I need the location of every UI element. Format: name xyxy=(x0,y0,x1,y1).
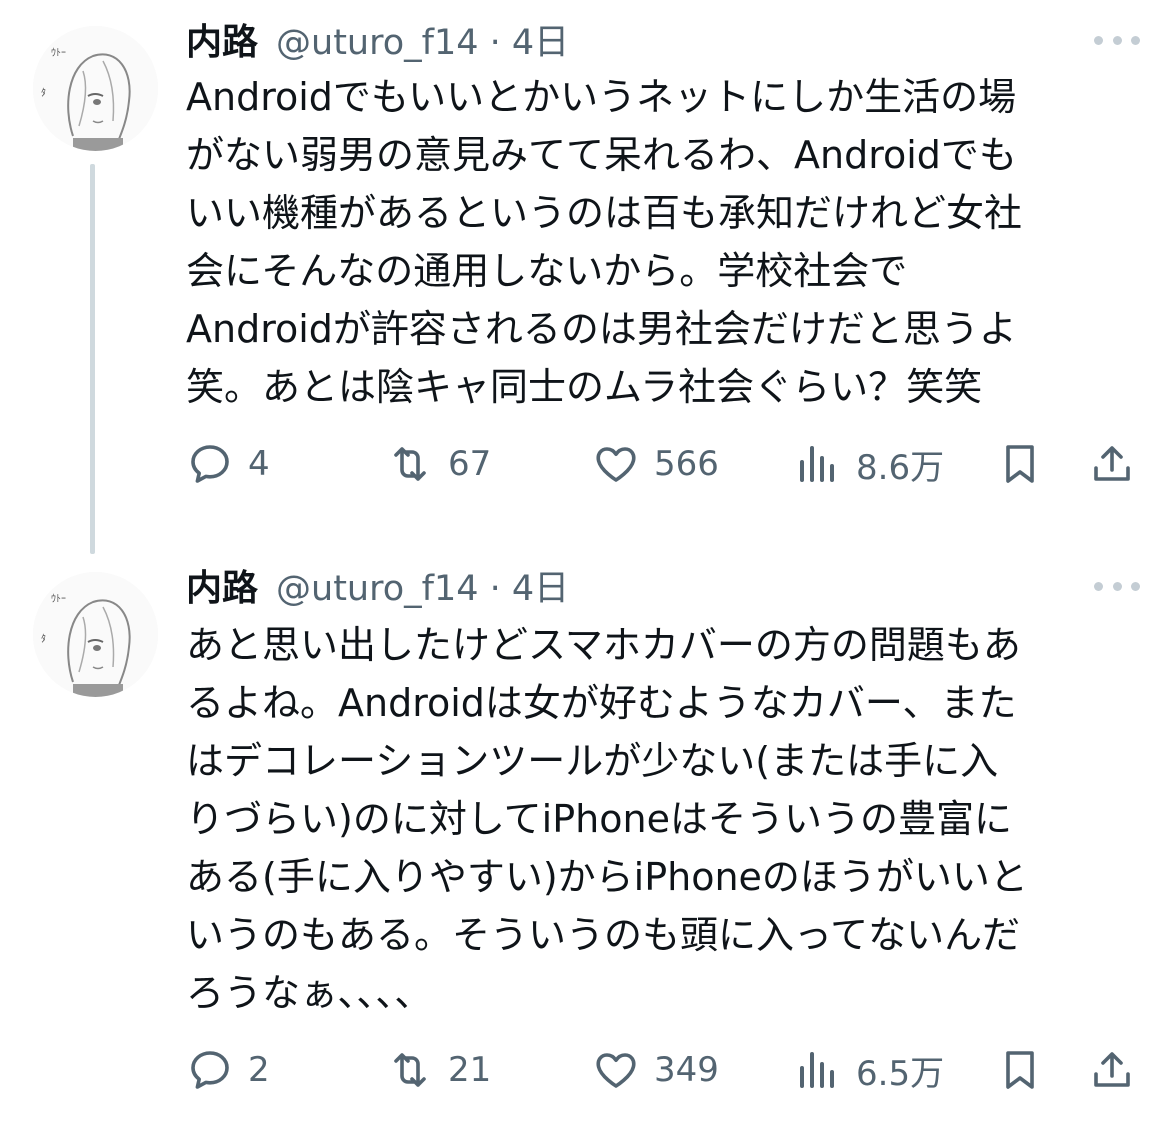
retweet-icon xyxy=(394,447,426,481)
thread-connector-line xyxy=(90,164,95,554)
retweet-count: 21 xyxy=(448,1050,492,1090)
share-icon xyxy=(1094,1052,1130,1087)
bookmark-icon xyxy=(1006,1051,1034,1089)
svg-text:ﾀ: ﾀ xyxy=(41,87,46,99)
reply-count: 2 xyxy=(248,1050,270,1090)
reply-button[interactable]: 2 xyxy=(186,1042,270,1098)
reply-icon xyxy=(191,445,229,483)
tweet-text-line: ろうなぁ、、、、 xyxy=(186,971,433,1015)
tweet-text: Androidでもいいとかいうネットにしか生活の場 がない弱男の意見みてて呆れる… xyxy=(186,68,1146,416)
like-count: 566 xyxy=(654,444,719,484)
retweet-count: 67 xyxy=(448,444,492,484)
reply-icon xyxy=(191,1051,229,1089)
tweet-text-line: Androidでもいいとかいうネットにしか生活の場 xyxy=(186,75,1017,119)
action-bar: 4 67 566 8.6万 xyxy=(0,436,1170,492)
share-icon xyxy=(1094,446,1130,481)
tweet-text-line: Androidが許容されるのは男社会だけだと思うよ xyxy=(186,307,1017,351)
retweet-button[interactable]: 67 xyxy=(386,436,491,492)
handle-and-time[interactable]: @uturo_f14 · 4日 xyxy=(276,560,569,611)
tweet-text-line: がない弱男の意見みてて呆れるわ、Androidでも xyxy=(186,133,1017,177)
bookmark-icon xyxy=(1006,445,1034,483)
views-button[interactable]: 8.6万 xyxy=(794,436,944,492)
retweet-button[interactable]: 21 xyxy=(386,1042,491,1098)
more-icon[interactable] xyxy=(1094,28,1140,52)
like-button[interactable]: 349 xyxy=(592,1042,719,1098)
svg-text:ﾀ: ﾀ xyxy=(41,633,46,645)
tweet-text: あと思い出したけどスマホカバーの方の問題もあ るよね。Androidは女が好むよ… xyxy=(186,616,1146,1022)
share-button[interactable] xyxy=(1088,1042,1136,1098)
avatar-icon[interactable]: ｳﾄｰ ﾀ xyxy=(33,26,158,151)
handle-and-time[interactable]: @uturo_f14 · 4日 xyxy=(276,14,569,65)
views-count: 8.6万 xyxy=(856,447,945,488)
svg-text:ｳﾄｰ: ｳﾄｰ xyxy=(51,593,66,605)
more-icon[interactable] xyxy=(1094,574,1140,598)
bookmark-button[interactable] xyxy=(996,1042,1044,1098)
tweet-text-line: はデコレーションツールが少ない(または手に入 xyxy=(186,739,999,783)
tweet-header: 内路 @uturo_f14 · 4日 xyxy=(186,560,569,610)
tweet-text-line: あと思い出したけどスマホカバーの方の問題もあ xyxy=(186,623,1021,667)
views-icon xyxy=(800,446,834,482)
action-bar: 2 21 349 6.5万 xyxy=(0,1042,1170,1098)
heart-icon xyxy=(596,447,636,482)
avatar-icon[interactable]: ｳﾄｰ ﾀ xyxy=(33,572,158,697)
retweet-icon xyxy=(394,1053,426,1087)
tweet-text-line: りづらい)のに対してiPhoneはそういうの豊富に xyxy=(186,797,1012,841)
tweet-header: 内路 @uturo_f14 · 4日 xyxy=(186,14,569,64)
tweet-text-line: 笑。あとは陰キャ同士のムラ社会ぐらい？笑笑 xyxy=(186,365,983,409)
like-button[interactable]: 566 xyxy=(592,436,719,492)
display-name[interactable]: 内路 xyxy=(186,13,258,65)
tweet-text-line: いうのもある。そういうのも頭に入ってないんだ xyxy=(186,913,1021,957)
bookmark-button[interactable] xyxy=(996,436,1044,492)
display-name[interactable]: 内路 xyxy=(186,559,258,611)
like-count: 349 xyxy=(654,1050,719,1090)
reply-count: 4 xyxy=(248,444,270,484)
reply-button[interactable]: 4 xyxy=(186,436,270,492)
heart-icon xyxy=(596,1053,636,1088)
tweet-text-line: いい機種があるというのは百も承知だけれど女社 xyxy=(186,191,1023,235)
svg-text:ｳﾄｰ: ｳﾄｰ xyxy=(51,47,66,59)
views-count: 6.5万 xyxy=(856,1053,945,1094)
views-button[interactable]: 6.5万 xyxy=(794,1042,944,1098)
tweet-text-line: 会にそんなの通用しないから。学校社会で xyxy=(186,249,908,293)
tweet-text-line: るよね。Androidは女が好むようなカバー、また xyxy=(186,681,1017,725)
views-icon xyxy=(800,1052,834,1088)
share-button[interactable] xyxy=(1088,436,1136,492)
tweet-text-line: ある(手に入りやすい)からiPhoneのほうがいいと xyxy=(186,855,1028,899)
